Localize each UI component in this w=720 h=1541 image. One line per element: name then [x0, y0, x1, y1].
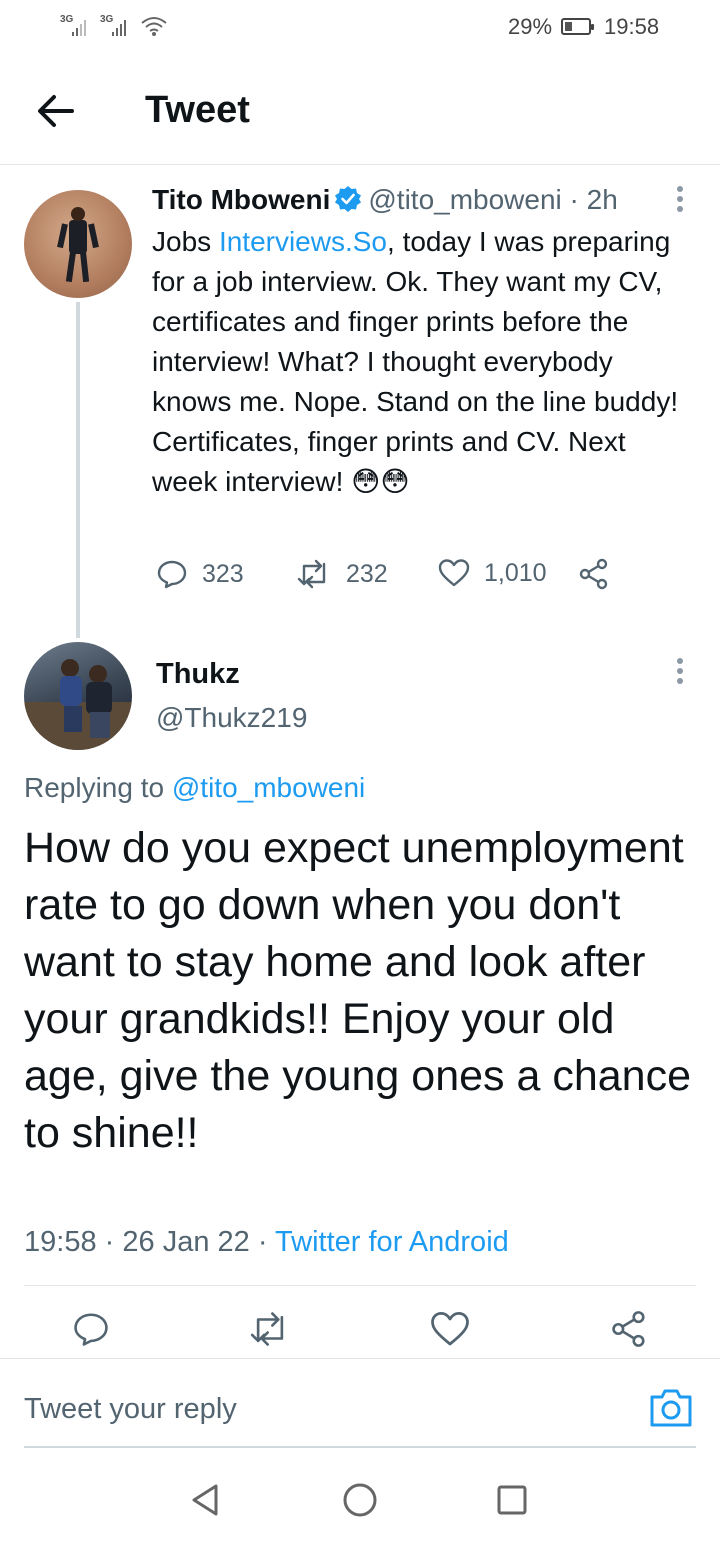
verified-badge-icon [335, 186, 362, 212]
nav-back-icon[interactable] [186, 1480, 226, 1520]
share-button[interactable] [578, 558, 610, 590]
signal-strength-icon-2 [112, 20, 126, 36]
reply-count: 323 [202, 559, 244, 588]
replying-to-handle[interactable]: @tito_mboweni [172, 772, 365, 803]
share-icon [579, 558, 608, 590]
tweet-text-body: , today I was preparing for a job interv… [152, 226, 679, 497]
author-name[interactable]: Tito Mboweni [152, 184, 330, 215]
reply-tweet-text: How do you expect unemployment rate to g… [24, 824, 692, 1157]
tweet-age[interactable]: 2h [587, 184, 618, 215]
author-handle[interactable]: @tito_mboweni [368, 184, 561, 215]
share-action-button[interactable] [610, 1310, 648, 1348]
reply-author-name[interactable]: Thukz [156, 658, 240, 691]
reply-composer: Tweet your reply [0, 1358, 720, 1448]
top-app-bar: Tweet [0, 55, 720, 165]
retweet-icon [250, 1312, 284, 1346]
like-button[interactable]: 1,010 [438, 558, 547, 588]
avatar-thukz[interactable] [24, 642, 132, 750]
reply-input-underline [24, 1446, 696, 1448]
more-options-icon[interactable] [670, 182, 690, 222]
wifi-icon [141, 17, 167, 36]
avatar-tito-mboweni[interactable] [24, 190, 132, 298]
system-nav-bar [0, 1460, 720, 1541]
reply-author-handle[interactable]: @Thukz219 [156, 702, 307, 734]
reply-button[interactable]: 323 [156, 558, 244, 590]
reply-icon [74, 1313, 108, 1346]
battery-percent: 29% [508, 14, 553, 39]
meta-separator-2: · [257, 1226, 268, 1258]
back-arrow-icon[interactable] [32, 89, 80, 133]
reply-icon [157, 560, 187, 589]
tweet-text-link[interactable]: Interviews.So [219, 226, 387, 257]
reply-action-button[interactable] [72, 1310, 110, 1348]
retweet-action-button[interactable] [248, 1310, 292, 1348]
tweet-metadata: 19:58 · 26 Jan 22 · Twitter for Android [24, 1226, 509, 1259]
retweet-count: 232 [346, 559, 388, 588]
camera-icon[interactable] [648, 1387, 694, 1429]
thread-connector-line [76, 302, 80, 638]
status-clock: 19:58 [604, 14, 660, 39]
tweet-time: 19:58 [24, 1226, 97, 1258]
tweet-source-link[interactable]: Twitter for Android [275, 1226, 509, 1258]
signal-strength-icon-1 [72, 20, 86, 36]
nav-home-icon[interactable] [340, 1480, 380, 1520]
page-title: Tweet [145, 89, 250, 131]
reply-more-options-icon[interactable] [670, 654, 690, 694]
parent-tweet-header: Tito Mboweni @tito_mboweni · 2h [152, 184, 618, 216]
parent-tweet-text: Jobs Interviews.So, today I was preparin… [152, 222, 692, 502]
divider [24, 1285, 696, 1286]
retweet-button[interactable]: 232 [296, 558, 388, 590]
battery-icon [561, 18, 594, 35]
meta-separator-1: · [104, 1226, 115, 1258]
heart-icon [431, 1312, 469, 1346]
tweet-date: 26 Jan 22 [122, 1226, 250, 1258]
nav-recents-icon[interactable] [492, 1480, 532, 1520]
header-separator: · [569, 184, 579, 215]
tweet-text-prefix: Jobs [152, 226, 219, 257]
replying-to-label: Replying to [24, 772, 172, 803]
heart-icon [438, 559, 470, 587]
retweet-icon [297, 559, 326, 589]
like-count: 1,010 [484, 558, 547, 587]
replying-to-line: Replying to @tito_mboweni [24, 772, 365, 804]
status-bar: 3G 3G 29% 19:58 [0, 0, 720, 55]
share-icon [612, 1311, 645, 1347]
parent-tweet-actions: 323 232 1,010 [152, 558, 632, 598]
reply-input[interactable]: Tweet your reply [24, 1393, 237, 1426]
reply-tweet-actions [0, 1310, 720, 1360]
like-action-button[interactable] [430, 1310, 470, 1348]
